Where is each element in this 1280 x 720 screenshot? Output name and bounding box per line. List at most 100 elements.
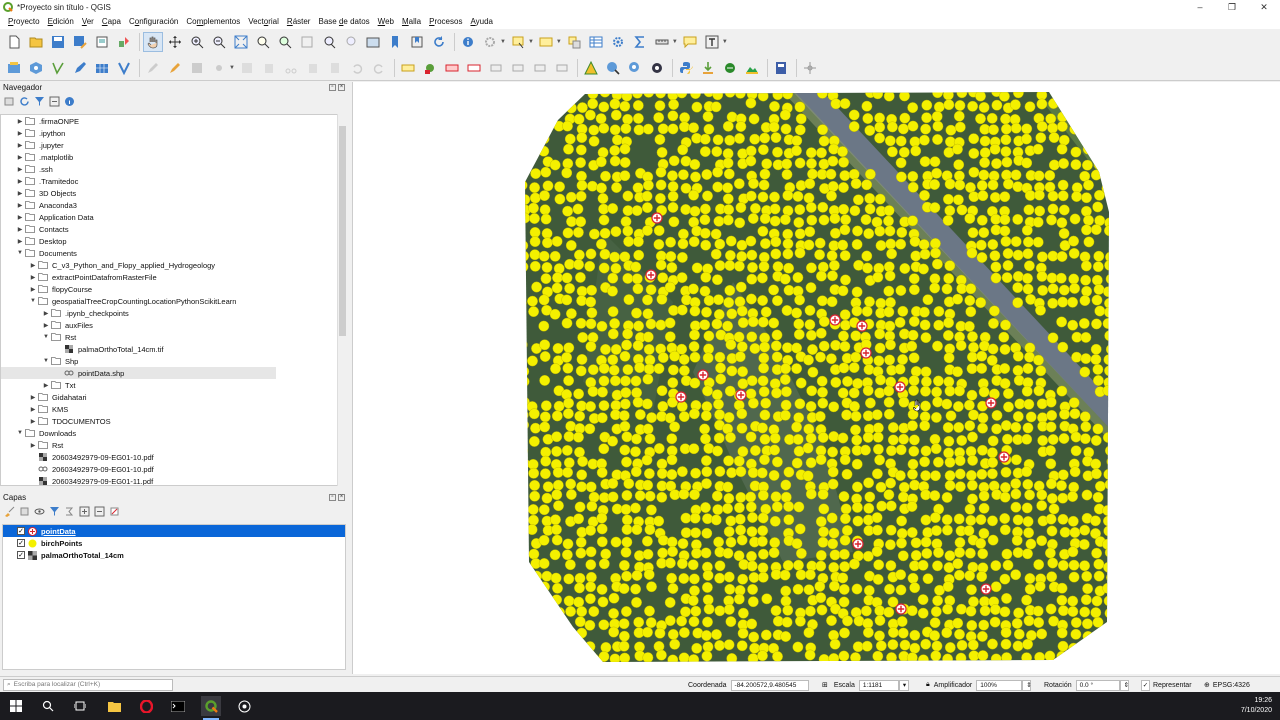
annotation-dropdown-caret[interactable]: ▼ <box>722 39 728 45</box>
new-geopackage-button[interactable] <box>26 58 46 78</box>
change-label-button[interactable] <box>530 58 550 78</box>
expand-all-button[interactable] <box>78 505 90 517</box>
copy-features-button[interactable] <box>303 58 323 78</box>
browser-item[interactable]: ▶ .ipynb_checkpoints <box>1 307 337 319</box>
expand-arrow-icon[interactable]: ▼ <box>15 430 25 436</box>
taskbar-clock[interactable]: 19:26 7/10/2020 <box>1241 696 1272 716</box>
rotate-label-button[interactable] <box>508 58 528 78</box>
redo-button[interactable] <box>369 58 389 78</box>
browser-item[interactable]: ▶ 3D Objects <box>1 187 337 199</box>
expand-arrow-icon[interactable]: ▶ <box>28 394 38 401</box>
crs-globe-icon[interactable]: ⊕ <box>1204 681 1210 689</box>
coordinate-toggle-icon[interactable]: ⊞ <box>822 681 828 689</box>
browser-item[interactable]: ▶ C_v3_Python_and_Flopy_applied_Hydrogeol… <box>1 259 337 271</box>
statistics-button[interactable] <box>630 32 650 52</box>
lock-icon[interactable]: 🔒︎ <box>926 681 930 689</box>
menu-web[interactable]: Web <box>374 17 398 26</box>
style-button[interactable] <box>3 505 15 517</box>
new-map-view-button[interactable] <box>363 32 383 52</box>
help-plugin-button[interactable] <box>771 58 791 78</box>
collapse-all-button[interactable] <box>48 95 60 107</box>
scale-field[interactable]: 1:1181 <box>858 679 899 691</box>
expand-arrow-icon[interactable]: ▶ <box>41 382 51 389</box>
expand-arrow-icon[interactable]: ▶ <box>28 442 38 449</box>
save-edits-button[interactable] <box>187 58 207 78</box>
expand-arrow-icon[interactable]: ▼ <box>41 358 51 364</box>
map-render[interactable] <box>353 82 1280 674</box>
expand-arrow-icon[interactable]: ▶ <box>15 190 25 197</box>
map-canvas[interactable] <box>352 82 1280 674</box>
task-view-button[interactable] <box>70 696 90 716</box>
data-source-manager-button[interactable] <box>4 58 24 78</box>
magnifier-spinner[interactable]: ⇕ <box>1022 679 1032 691</box>
save-as-button[interactable] <box>70 32 90 52</box>
sync-plugin-button[interactable] <box>720 58 740 78</box>
browser-item[interactable]: ▶ Contacts <box>1 223 337 235</box>
scale-dropdown[interactable]: ▾ <box>898 679 909 691</box>
menu-ver[interactable]: Ver <box>78 17 98 26</box>
browser-item[interactable]: ▶ .jupyter <box>1 139 337 151</box>
browser-item[interactable]: ▶ .ipython <box>1 127 337 139</box>
pan-to-selection-button[interactable] <box>165 32 185 52</box>
expand-arrow-icon[interactable]: ▶ <box>28 418 38 425</box>
expand-arrow-icon[interactable]: ▶ <box>15 118 25 125</box>
run-feature-action-button[interactable] <box>480 32 500 52</box>
browser-item[interactable]: 20603492979-09-EG01-11.pdf <box>1 475 337 485</box>
properties-button[interactable] <box>63 95 75 107</box>
expand-arrow-icon[interactable]: ▶ <box>28 262 38 269</box>
browser-item[interactable]: pointData.shp <box>1 367 276 379</box>
browser-item[interactable]: ▶ .firmaONPE <box>1 115 337 127</box>
float-panel-button[interactable]: ▫ <box>329 494 336 501</box>
open-project-button[interactable] <box>26 32 46 52</box>
add-selected-layers-button[interactable] <box>3 95 15 107</box>
edit-pencil-button[interactable] <box>143 58 163 78</box>
expand-arrow-icon[interactable]: ▶ <box>41 310 51 317</box>
browser-scrollbar[interactable] <box>337 114 347 486</box>
browser-item[interactable]: ▶ .Tramitedoc <box>1 175 337 187</box>
terrain-plugin-button[interactable] <box>742 58 762 78</box>
browser-item[interactable]: ▶ Rst <box>1 439 337 451</box>
label-tool-button[interactable] <box>398 58 418 78</box>
zoom-full-button[interactable] <box>231 32 251 52</box>
browser-item[interactable]: ▼ Documents <box>1 247 337 259</box>
close-panel-button[interactable]: × <box>338 84 345 91</box>
undo-button[interactable] <box>347 58 367 78</box>
expand-arrow-icon[interactable]: ▼ <box>15 250 25 256</box>
browser-item[interactable]: ▼ Downloads <box>1 427 337 439</box>
qgis-taskbar-button[interactable] <box>201 696 221 720</box>
manage-themes-button[interactable] <box>33 505 45 517</box>
browser-item[interactable]: ▶ Gidahatari <box>1 391 337 403</box>
expand-arrow-icon[interactable]: ▶ <box>41 322 51 329</box>
refresh-button[interactable] <box>429 32 449 52</box>
download-data-button[interactable] <box>698 58 718 78</box>
style-manager-button[interactable] <box>114 32 134 52</box>
filter-expression-button[interactable] <box>63 505 75 517</box>
delete-selected-button[interactable] <box>259 58 279 78</box>
close-button[interactable]: ✕ <box>1248 0 1280 14</box>
show-bookmarks-button[interactable] <box>407 32 427 52</box>
zoom-in-button[interactable] <box>187 32 207 52</box>
zoom-last-button[interactable] <box>319 32 339 52</box>
select-dropdown-caret[interactable]: ▼ <box>528 39 534 45</box>
refresh-browser-button[interactable] <box>18 95 30 107</box>
pin-globe-button[interactable] <box>647 58 667 78</box>
cut-features-button[interactable] <box>281 58 301 78</box>
add-virtual-layer-button[interactable] <box>114 58 134 78</box>
maximize-button[interactable]: ❐ <box>1216 0 1248 14</box>
globe-locate-button[interactable] <box>625 58 645 78</box>
browser-item[interactable]: ▶ .matplotlib <box>1 151 337 163</box>
menu-ráster[interactable]: Ráster <box>283 17 315 26</box>
float-panel-button[interactable]: ▫ <box>329 84 336 91</box>
menu-malla[interactable]: Malla <box>398 17 425 26</box>
identify-features-button[interactable] <box>458 32 478 52</box>
vertex-tool-button[interactable] <box>237 58 257 78</box>
browser-item[interactable]: ▶ Application Data <box>1 211 337 223</box>
move-label-button[interactable] <box>486 58 506 78</box>
scroll-thumb[interactable] <box>339 126 346 336</box>
start-button[interactable] <box>6 696 26 716</box>
expand-arrow-icon[interactable]: ▶ <box>15 154 25 161</box>
layer-visibility-checkbox[interactable]: ✓ <box>17 527 25 535</box>
minimize-button[interactable]: – <box>1184 0 1216 14</box>
locator-search-input[interactable]: ⌕ Escriba para localizar (Ctrl+K) <box>3 678 173 691</box>
digitize-dropdown-caret[interactable]: ▼ <box>229 65 235 71</box>
